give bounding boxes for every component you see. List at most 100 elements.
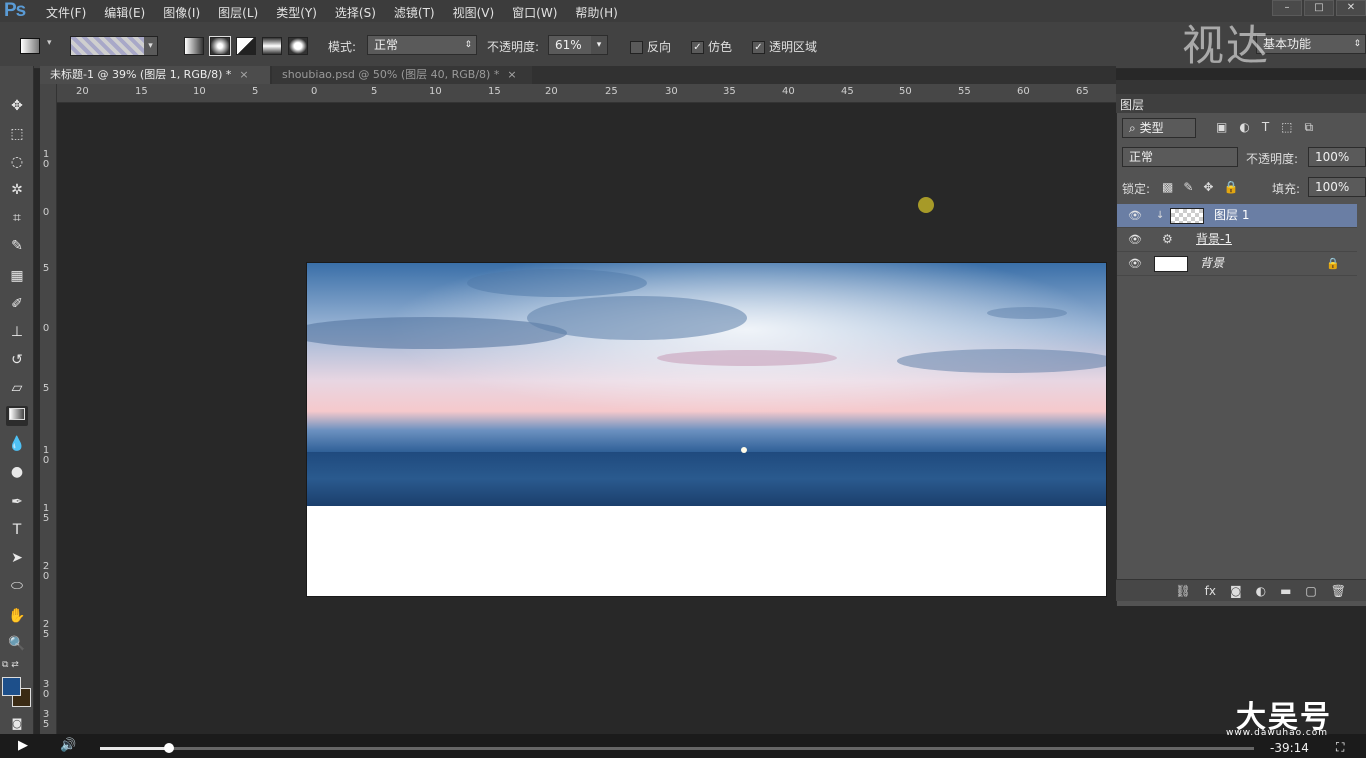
default-colors-icon[interactable]: ⧉ ⇄ bbox=[2, 660, 19, 670]
menu-help[interactable]: 帮助(H) bbox=[575, 4, 617, 21]
shape-filter-icon[interactable]: ⬚ bbox=[1281, 120, 1292, 135]
type-filter-icon[interactable]: T bbox=[1262, 120, 1269, 135]
tool-preset-picker[interactable] bbox=[20, 38, 40, 54]
blur-tool-icon[interactable]: 💧 bbox=[6, 434, 28, 454]
dither-checkbox[interactable]: ✓ bbox=[691, 41, 704, 54]
workspace-select[interactable]: 基本功能 ⇕ bbox=[1256, 34, 1366, 54]
brush-tool-icon[interactable]: ✐ bbox=[6, 294, 28, 314]
menu-image[interactable]: 图像(I) bbox=[163, 4, 200, 21]
hand-tool-icon[interactable]: ✋ bbox=[6, 606, 28, 626]
quick-mask-icon[interactable]: ◙ bbox=[6, 714, 28, 734]
new-group-icon[interactable]: ▬ bbox=[1280, 584, 1291, 598]
menu-select[interactable]: 选择(S) bbox=[335, 4, 376, 21]
layer-style-icon[interactable]: fx bbox=[1205, 584, 1216, 598]
reflected-gradient-icon[interactable] bbox=[262, 37, 282, 55]
new-layer-icon[interactable]: ▢ bbox=[1305, 584, 1316, 598]
progress-knob[interactable] bbox=[164, 743, 174, 753]
layer-filter-select[interactable]: ⌕ 类型 bbox=[1122, 118, 1196, 138]
link-layers-icon[interactable]: ⛓ bbox=[1175, 584, 1190, 598]
menu-filter[interactable]: 滤镜(T) bbox=[394, 4, 435, 21]
volume-icon[interactable]: 🔊 bbox=[60, 738, 76, 753]
magic-wand-tool-icon[interactable]: ✲ bbox=[6, 180, 28, 200]
visibility-eye-icon[interactable]: 👁 bbox=[1128, 204, 1142, 227]
healing-brush-tool-icon[interactable]: ▦ bbox=[6, 266, 28, 286]
pen-tool-icon[interactable]: ✒ bbox=[6, 492, 28, 512]
menu-layer[interactable]: 图层(L) bbox=[218, 4, 258, 21]
document-canvas[interactable] bbox=[307, 263, 1106, 596]
clipping-arrow-icon: ↓ bbox=[1156, 210, 1165, 221]
gradient-tool-icon[interactable] bbox=[6, 406, 28, 426]
tab-untitled[interactable]: 未标题-1 @ 39% (图层 1, RGB/8) * × bbox=[40, 66, 270, 84]
radial-gradient-icon[interactable] bbox=[209, 36, 231, 56]
chevron-down-icon[interactable]: ▾ bbox=[144, 37, 157, 55]
menu-view[interactable]: 视图(V) bbox=[453, 4, 495, 21]
eraser-tool-icon[interactable]: ▱ bbox=[6, 378, 28, 398]
layer-name[interactable]: 背景-1 bbox=[1196, 228, 1232, 251]
lock-pixels-icon[interactable]: ✎ bbox=[1183, 180, 1193, 194]
close-icon[interactable]: × bbox=[239, 68, 248, 81]
image-filter-icon[interactable]: ▣ bbox=[1216, 120, 1227, 135]
tab-shoubiao[interactable]: shoubiao.psd @ 50% (图层 40, RGB/8) * × bbox=[272, 66, 532, 84]
layers-tab[interactable]: 图层 bbox=[1120, 96, 1144, 113]
dodge-tool-icon[interactable]: ● bbox=[6, 462, 28, 482]
menu-type[interactable]: 类型(Y) bbox=[276, 4, 317, 21]
layer-name[interactable]: 背景 bbox=[1200, 252, 1224, 275]
path-selection-tool-icon[interactable]: ➤ bbox=[6, 548, 28, 568]
fullscreen-icon[interactable]: ⛶ bbox=[1336, 740, 1344, 755]
delete-layer-icon[interactable]: 🗑 bbox=[1331, 584, 1346, 598]
history-brush-tool-icon[interactable]: ↺ bbox=[6, 350, 28, 370]
progress-fill bbox=[100, 747, 169, 750]
progress-track[interactable] bbox=[100, 747, 1254, 750]
maximize-button[interactable]: □ bbox=[1304, 0, 1334, 16]
sunset-sea-photo bbox=[307, 263, 1106, 506]
panel-collapse-strip[interactable] bbox=[1116, 80, 1366, 94]
chevron-down-icon[interactable]: ▾ bbox=[47, 38, 52, 48]
menu-edit[interactable]: 编辑(E) bbox=[104, 4, 145, 21]
layer-row[interactable] bbox=[1117, 228, 1357, 252]
layer-blend-value: 正常 bbox=[1129, 150, 1154, 164]
angle-gradient-icon[interactable] bbox=[236, 37, 256, 55]
layers-panel-header bbox=[1116, 94, 1366, 113]
add-mask-icon[interactable]: ◙ bbox=[1230, 584, 1242, 598]
visibility-eye-icon[interactable]: 👁 bbox=[1128, 228, 1142, 251]
lock-all-icon[interactable]: 🔒 bbox=[1223, 180, 1238, 194]
transparency-option[interactable]: ✓ 透明区域 bbox=[752, 38, 817, 55]
marquee-tool-icon[interactable]: ⬚ bbox=[6, 124, 28, 144]
crop-tool-icon[interactable]: ⌗ bbox=[6, 208, 28, 228]
new-adjustment-icon[interactable]: ◐ bbox=[1256, 584, 1266, 598]
lock-position-icon[interactable]: ✥ bbox=[1203, 180, 1213, 194]
type-tool-icon[interactable]: T bbox=[6, 520, 28, 540]
reverse-option[interactable]: 反向 bbox=[630, 38, 671, 55]
play-icon[interactable]: ▶ bbox=[18, 738, 28, 753]
layer-name[interactable]: 图层 1 bbox=[1214, 204, 1249, 227]
reverse-checkbox[interactable] bbox=[630, 41, 643, 54]
layer-row[interactable] bbox=[1117, 252, 1357, 276]
menu-window[interactable]: 窗口(W) bbox=[512, 4, 557, 21]
mode-select[interactable]: 正常 ⇕ bbox=[367, 35, 477, 55]
layer-blend-select[interactable]: 正常 bbox=[1122, 147, 1238, 167]
close-icon[interactable]: × bbox=[507, 68, 516, 81]
close-window-button[interactable]: ✕ bbox=[1336, 0, 1366, 16]
dither-option[interactable]: ✓ 仿色 bbox=[691, 38, 732, 55]
linear-gradient-icon[interactable] bbox=[184, 37, 204, 55]
zoom-tool-icon[interactable]: 🔍 bbox=[6, 634, 28, 654]
lasso-tool-icon[interactable]: ◌ bbox=[6, 152, 28, 172]
transparency-checkbox[interactable]: ✓ bbox=[752, 41, 765, 54]
chevron-down-icon[interactable]: ▾ bbox=[591, 36, 607, 54]
minimize-button[interactable]: – bbox=[1272, 0, 1302, 16]
lock-transparent-icon[interactable]: ▩ bbox=[1162, 180, 1173, 194]
ellipse-tool-icon[interactable]: ⬭ bbox=[6, 576, 28, 596]
eyedropper-tool-icon[interactable]: ✎ bbox=[6, 236, 28, 256]
ruler-tick-label: 20 bbox=[76, 86, 89, 97]
diamond-gradient-icon[interactable] bbox=[288, 37, 308, 55]
stamp-tool-icon[interactable]: ⊥ bbox=[6, 322, 28, 342]
smart-object-filter-icon[interactable]: ⧉ bbox=[1305, 120, 1314, 135]
fill-input[interactable]: 100% bbox=[1308, 177, 1366, 197]
adjustment-filter-icon[interactable]: ◐ bbox=[1239, 120, 1249, 135]
move-tool-icon[interactable]: ✥ bbox=[6, 96, 28, 116]
layer-opacity-input[interactable]: 100% bbox=[1308, 147, 1366, 167]
menu-file[interactable]: 文件(F) bbox=[46, 4, 86, 21]
foreground-color-swatch[interactable] bbox=[2, 677, 21, 696]
opacity-input[interactable]: 61% ▾ bbox=[548, 35, 608, 55]
visibility-eye-icon[interactable]: 👁 bbox=[1128, 252, 1142, 275]
